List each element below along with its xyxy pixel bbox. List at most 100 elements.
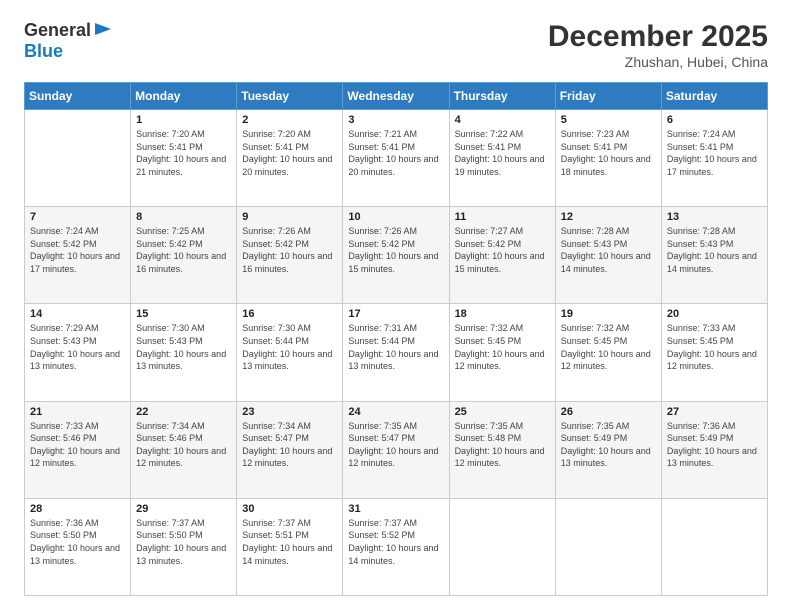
cell-sun-info: Sunrise: 7:20 AMSunset: 5:41 PMDaylight:… xyxy=(136,128,231,178)
cell-sun-info: Sunrise: 7:37 AMSunset: 5:51 PMDaylight:… xyxy=(242,517,337,567)
logo: General Blue xyxy=(24,20,113,62)
col-sunday: Sunday xyxy=(25,83,131,110)
col-monday: Monday xyxy=(131,83,237,110)
table-row: 22 Sunrise: 7:34 AMSunset: 5:46 PMDayligh… xyxy=(131,401,237,498)
cell-sun-info: Sunrise: 7:25 AMSunset: 5:42 PMDaylight:… xyxy=(136,225,231,275)
calendar-table: Sunday Monday Tuesday Wednesday Thursday… xyxy=(24,82,768,596)
table-row: 19 Sunrise: 7:32 AMSunset: 5:45 PMDayligh… xyxy=(555,304,661,401)
table-row: 25 Sunrise: 7:35 AMSunset: 5:48 PMDayligh… xyxy=(449,401,555,498)
header: General Blue December 2025 Zhushan, Hube… xyxy=(24,20,768,70)
day-number: 13 xyxy=(667,211,762,223)
col-thursday: Thursday xyxy=(449,83,555,110)
logo-flag-icon xyxy=(93,21,113,41)
cell-sun-info: Sunrise: 7:27 AMSunset: 5:42 PMDaylight:… xyxy=(455,225,550,275)
table-row: 23Sunrise: 7:34 AMSunset: 5:47 PMDayligh… xyxy=(237,401,343,498)
logo-text: General xyxy=(24,20,113,41)
day-number: 5 xyxy=(561,114,656,126)
table-row: 7 Sunrise: 7:24 AMSunset: 5:42 PMDaylight… xyxy=(25,207,131,304)
location-subtitle: Zhushan, Hubei, China xyxy=(548,54,768,70)
cell-sun-info: Sunrise: 7:33 AMSunset: 5:46 PMDaylight:… xyxy=(30,420,125,470)
cell-sun-info: Sunrise: 7:34 AMSunset: 5:47 PMDaylight:… xyxy=(242,420,337,470)
day-number: 4 xyxy=(455,114,550,126)
day-number: 11 xyxy=(455,211,550,223)
table-row: 11 Sunrise: 7:27 AMSunset: 5:42 PMDayligh… xyxy=(449,207,555,304)
calendar-week-row: 28 Sunrise: 7:36 AMSunset: 5:50 PMDayligh… xyxy=(25,498,768,595)
table-row: 17Sunrise: 7:31 AMSunset: 5:44 PMDayligh… xyxy=(343,304,449,401)
calendar-week-row: 1Sunrise: 7:20 AMSunset: 5:41 PMDaylight… xyxy=(25,110,768,207)
table-row: 28 Sunrise: 7:36 AMSunset: 5:50 PMDayligh… xyxy=(25,498,131,595)
table-row: 26 Sunrise: 7:35 AMSunset: 5:49 PMDayligh… xyxy=(555,401,661,498)
month-year-title: December 2025 xyxy=(548,20,768,54)
day-number: 28 xyxy=(30,503,125,515)
calendar-header-row: Sunday Monday Tuesday Wednesday Thursday… xyxy=(25,83,768,110)
table-row: 4 Sunrise: 7:22 AMSunset: 5:41 PMDaylight… xyxy=(449,110,555,207)
day-number: 19 xyxy=(561,308,656,320)
day-number: 3 xyxy=(348,114,443,126)
table-row: 9 Sunrise: 7:26 AMSunset: 5:42 PMDaylight… xyxy=(237,207,343,304)
table-row: 6Sunrise: 7:24 AMSunset: 5:41 PMDaylight… xyxy=(661,110,767,207)
table-row: 27Sunrise: 7:36 AMSunset: 5:49 PMDayligh… xyxy=(661,401,767,498)
cell-sun-info: Sunrise: 7:29 AMSunset: 5:43 PMDaylight:… xyxy=(30,322,125,372)
cell-sun-info: Sunrise: 7:32 AMSunset: 5:45 PMDaylight:… xyxy=(455,322,550,372)
day-number: 6 xyxy=(667,114,762,126)
calendar-week-row: 7 Sunrise: 7:24 AMSunset: 5:42 PMDaylight… xyxy=(25,207,768,304)
cell-sun-info: Sunrise: 7:26 AMSunset: 5:42 PMDaylight:… xyxy=(242,225,337,275)
cell-sun-info: Sunrise: 7:37 AMSunset: 5:50 PMDaylight:… xyxy=(136,517,231,567)
table-row: 15Sunrise: 7:30 AMSunset: 5:43 PMDayligh… xyxy=(131,304,237,401)
col-tuesday: Tuesday xyxy=(237,83,343,110)
cell-sun-info: Sunrise: 7:35 AMSunset: 5:48 PMDaylight:… xyxy=(455,420,550,470)
day-number: 10 xyxy=(348,211,443,223)
cell-sun-info: Sunrise: 7:30 AMSunset: 5:43 PMDaylight:… xyxy=(136,322,231,372)
cell-sun-info: Sunrise: 7:21 AMSunset: 5:41 PMDaylight:… xyxy=(348,128,443,178)
day-number: 14 xyxy=(30,308,125,320)
table-row: 24 Sunrise: 7:35 AMSunset: 5:47 PMDayligh… xyxy=(343,401,449,498)
logo-blue: Blue xyxy=(24,41,63,62)
cell-sun-info: Sunrise: 7:34 AMSunset: 5:46 PMDaylight:… xyxy=(136,420,231,470)
cell-sun-info: Sunrise: 7:22 AMSunset: 5:41 PMDaylight:… xyxy=(455,128,550,178)
cell-sun-info: Sunrise: 7:28 AMSunset: 5:43 PMDaylight:… xyxy=(667,225,762,275)
day-number: 29 xyxy=(136,503,231,515)
day-number: 24 xyxy=(348,406,443,418)
table-row: 10 Sunrise: 7:26 AMSunset: 5:42 PMDayligh… xyxy=(343,207,449,304)
table-row: 20 Sunrise: 7:33 AMSunset: 5:45 PMDayligh… xyxy=(661,304,767,401)
col-saturday: Saturday xyxy=(661,83,767,110)
col-wednesday: Wednesday xyxy=(343,83,449,110)
calendar-week-row: 21 Sunrise: 7:33 AMSunset: 5:46 PMDayligh… xyxy=(25,401,768,498)
table-row: 29 Sunrise: 7:37 AMSunset: 5:50 PMDayligh… xyxy=(131,498,237,595)
cell-sun-info: Sunrise: 7:35 AMSunset: 5:49 PMDaylight:… xyxy=(561,420,656,470)
cell-sun-info: Sunrise: 7:36 AMSunset: 5:49 PMDaylight:… xyxy=(667,420,762,470)
day-number: 25 xyxy=(455,406,550,418)
cell-sun-info: Sunrise: 7:26 AMSunset: 5:42 PMDaylight:… xyxy=(348,225,443,275)
day-number: 7 xyxy=(30,211,125,223)
table-row xyxy=(25,110,131,207)
table-row: 8 Sunrise: 7:25 AMSunset: 5:42 PMDaylight… xyxy=(131,207,237,304)
day-number: 22 xyxy=(136,406,231,418)
table-row: 1Sunrise: 7:20 AMSunset: 5:41 PMDaylight… xyxy=(131,110,237,207)
table-row xyxy=(661,498,767,595)
day-number: 9 xyxy=(242,211,337,223)
table-row xyxy=(449,498,555,595)
cell-sun-info: Sunrise: 7:24 AMSunset: 5:42 PMDaylight:… xyxy=(30,225,125,275)
calendar-week-row: 14 Sunrise: 7:29 AMSunset: 5:43 PMDayligh… xyxy=(25,304,768,401)
cell-sun-info: Sunrise: 7:36 AMSunset: 5:50 PMDaylight:… xyxy=(30,517,125,567)
table-row: 2Sunrise: 7:20 AMSunset: 5:41 PMDaylight… xyxy=(237,110,343,207)
cell-sun-info: Sunrise: 7:32 AMSunset: 5:45 PMDaylight:… xyxy=(561,322,656,372)
day-number: 26 xyxy=(561,406,656,418)
day-number: 21 xyxy=(30,406,125,418)
day-number: 8 xyxy=(136,211,231,223)
title-block: December 2025 Zhushan, Hubei, China xyxy=(548,20,768,70)
table-row: 14 Sunrise: 7:29 AMSunset: 5:43 PMDayligh… xyxy=(25,304,131,401)
day-number: 20 xyxy=(667,308,762,320)
cell-sun-info: Sunrise: 7:33 AMSunset: 5:45 PMDaylight:… xyxy=(667,322,762,372)
cell-sun-info: Sunrise: 7:30 AMSunset: 5:44 PMDaylight:… xyxy=(242,322,337,372)
table-row: 21 Sunrise: 7:33 AMSunset: 5:46 PMDayligh… xyxy=(25,401,131,498)
page: General Blue December 2025 Zhushan, Hube… xyxy=(0,0,792,612)
table-row: 5Sunrise: 7:23 AMSunset: 5:41 PMDaylight… xyxy=(555,110,661,207)
table-row: 13 Sunrise: 7:28 AMSunset: 5:43 PMDayligh… xyxy=(661,207,767,304)
cell-sun-info: Sunrise: 7:31 AMSunset: 5:44 PMDaylight:… xyxy=(348,322,443,372)
day-number: 16 xyxy=(242,308,337,320)
table-row: 12Sunrise: 7:28 AMSunset: 5:43 PMDayligh… xyxy=(555,207,661,304)
cell-sun-info: Sunrise: 7:35 AMSunset: 5:47 PMDaylight:… xyxy=(348,420,443,470)
table-row: 30Sunrise: 7:37 AMSunset: 5:51 PMDayligh… xyxy=(237,498,343,595)
day-number: 18 xyxy=(455,308,550,320)
